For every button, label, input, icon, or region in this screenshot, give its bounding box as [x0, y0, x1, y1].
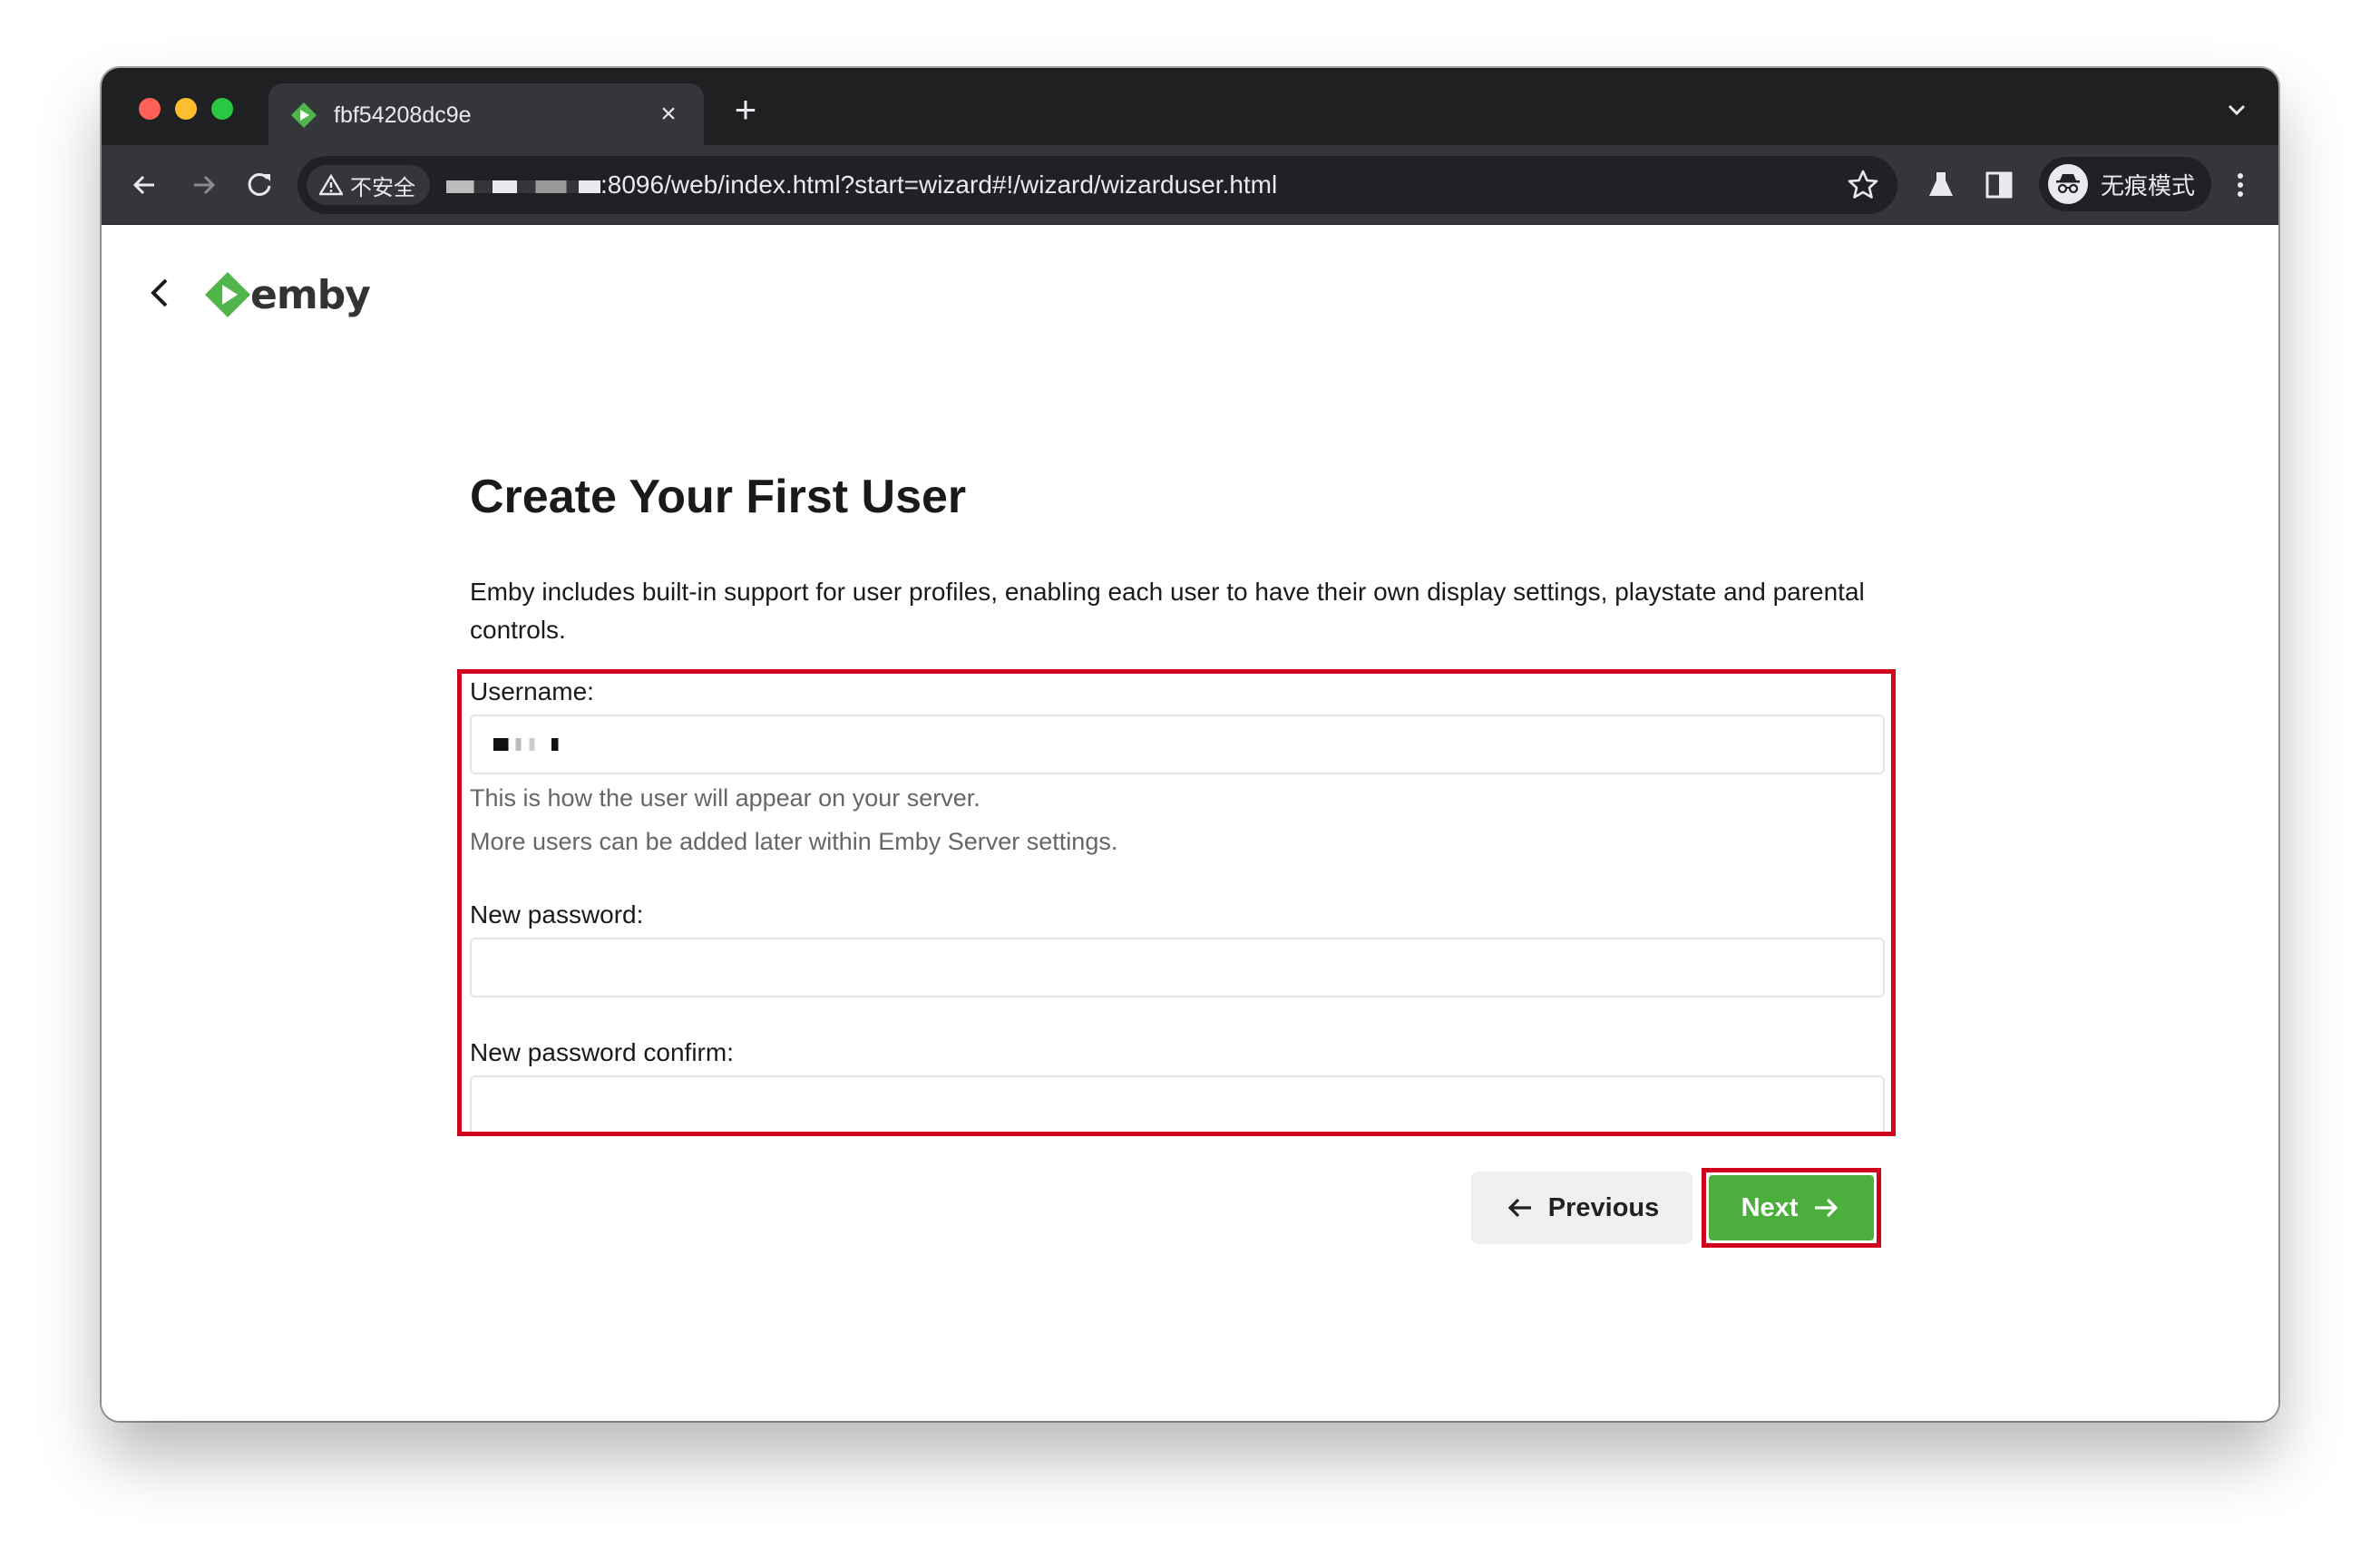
emby-favicon-icon: [291, 102, 317, 128]
username-helper-text-secondary: More users can be added later within Emb…: [470, 828, 1118, 855]
page-description: Emby includes built-in support for user …: [470, 578, 1865, 644]
maximize-window-button[interactable]: [211, 98, 233, 120]
incognito-icon: [2048, 164, 2088, 204]
tab-strip: fbf54208dc9e × +: [102, 68, 2278, 145]
back-chevron-icon[interactable]: [138, 270, 183, 316]
warning-icon: [319, 174, 343, 196]
page-title: Create Your First User: [470, 471, 967, 523]
security-label: 不安全: [350, 175, 415, 200]
url-text: :8096/web/index.html?start=wizard#!/wiza…: [446, 156, 1277, 214]
tab-close-icon[interactable]: ×: [653, 99, 684, 130]
page-content: emby Create Your First User Emby include…: [102, 225, 2278, 1421]
previous-button[interactable]: Previous: [1471, 1172, 1692, 1244]
browser-tab[interactable]: fbf54208dc9e ×: [268, 83, 704, 145]
more-menu-icon[interactable]: [2220, 165, 2260, 205]
reload-icon[interactable]: [239, 165, 279, 205]
close-window-button[interactable]: [139, 98, 161, 120]
labs-flask-icon[interactable]: [1921, 165, 1961, 205]
side-panel-icon[interactable]: [1979, 165, 2019, 205]
forward-arrow-icon[interactable]: [183, 165, 223, 205]
browser-window: fbf54208dc9e × + 不安全:8096/web/index.htm…: [102, 68, 2278, 1421]
security-indicator[interactable]: 不安全: [307, 165, 430, 205]
bookmark-star-icon[interactable]: [1843, 165, 1883, 205]
url-path: :8096/web/index.html?start=wizard#!/wiza…: [600, 170, 1278, 199]
minimize-window-button[interactable]: [175, 98, 197, 120]
password-confirm-input[interactable]: [470, 1075, 1885, 1135]
next-label: Next: [1741, 1192, 1799, 1222]
chevron-down-icon[interactable]: [2220, 93, 2253, 126]
back-arrow-icon[interactable]: [125, 165, 165, 205]
arrow-right-icon: [1815, 1198, 1839, 1218]
arrow-left-icon: [1507, 1198, 1531, 1218]
next-button-highlight: Next: [1702, 1168, 1881, 1248]
emby-logo[interactable]: emby: [203, 268, 371, 321]
redacted-host: [446, 180, 600, 193]
tab-title: fbf54208dc9e: [334, 102, 472, 128]
password-input[interactable]: [470, 938, 1885, 997]
password-label: New password:: [470, 900, 644, 929]
emby-logo-icon: [205, 272, 250, 317]
browser-toolbar: 不安全 :8096/web/index.html?start=wizard#!/…: [102, 145, 2278, 225]
previous-label: Previous: [1547, 1192, 1660, 1222]
username-label: Username:: [470, 677, 594, 705]
address-bar[interactable]: 不安全 :8096/web/index.html?start=wizard#!/…: [298, 156, 1897, 214]
emby-logo-text: emby: [250, 271, 371, 318]
username-helper-text: This is how the user will appear on your…: [470, 784, 980, 812]
password-confirm-label: New password confirm:: [470, 1038, 734, 1066]
incognito-label: 无痕模式: [2101, 171, 2196, 199]
next-button[interactable]: Next: [1709, 1175, 1874, 1240]
new-tab-button[interactable]: +: [727, 91, 764, 129]
username-input[interactable]: [470, 715, 1885, 774]
incognito-indicator[interactable]: 无痕模式: [2039, 157, 2212, 211]
username-redacted-value: [493, 738, 562, 751]
